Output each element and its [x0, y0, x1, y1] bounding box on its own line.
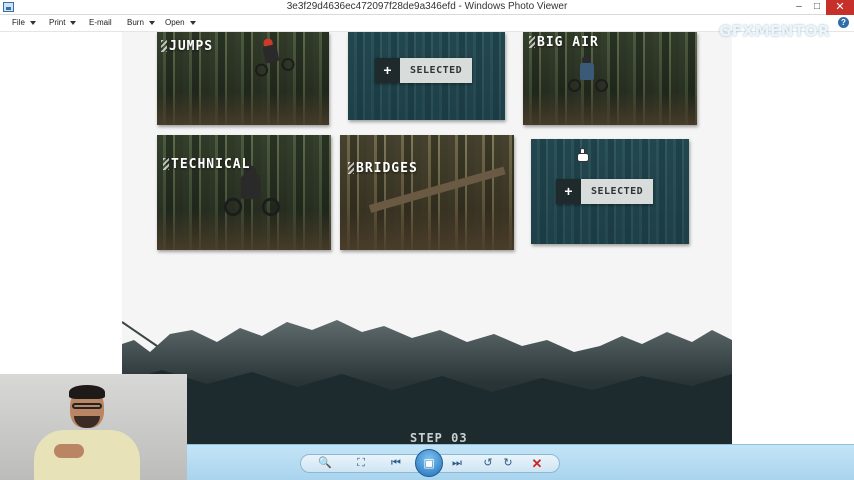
tile-jumps: JUMPS	[157, 32, 329, 125]
displayed-image: JUMPS + SELECTED BIG AIR TECHNICAL BRIDG…	[122, 32, 732, 444]
hand-cursor-icon	[577, 148, 589, 162]
fit-window-icon[interactable]: ⛶	[353, 456, 369, 472]
chevron-down-icon	[29, 20, 36, 25]
selected-label: SELECTED	[581, 179, 654, 204]
menu-open[interactable]: Open	[165, 18, 196, 27]
webcam-overlay	[0, 374, 187, 480]
window-title: 3e3f29d4636ec472097f28de9a346efd - Windo…	[286, 1, 568, 12]
menu-email-label: E-mail	[89, 18, 112, 27]
rotate-cw-icon[interactable]: ↻	[500, 456, 516, 472]
next-icon[interactable]: ⏭	[449, 456, 465, 472]
tile-label: JUMPS	[160, 39, 214, 54]
chevron-down-icon	[70, 20, 77, 25]
menu-file-label: File	[12, 18, 25, 27]
tile-bridges: BRIDGES	[340, 135, 514, 250]
menu-open-label: Open	[165, 18, 185, 27]
watermark-logo: GFXMENTOR	[719, 22, 830, 40]
tile-ground	[340, 209, 514, 250]
menu-print-label: Print	[49, 18, 66, 27]
menu-email[interactable]: E-mail	[89, 18, 112, 27]
tile-label: BRIDGES	[348, 161, 418, 176]
menu-file[interactable]: File	[12, 18, 36, 27]
delete-icon[interactable]: ✕	[529, 456, 545, 472]
selected-badge: + SELECTED	[556, 179, 654, 204]
rotate-ccw-icon[interactable]: ↺	[480, 456, 496, 472]
rider-figure	[224, 165, 280, 216]
menu-burn[interactable]: Burn	[127, 18, 155, 27]
maximize-button[interactable]: □	[806, 0, 828, 15]
previous-icon[interactable]: ⏮	[388, 456, 404, 472]
tile-big-air: BIG AIR	[523, 32, 697, 125]
presenter-figure	[32, 382, 142, 480]
rider-figure	[250, 37, 296, 78]
menu-burn-label: Burn	[127, 18, 144, 27]
title-bar: 3e3f29d4636ec472097f28de9a346efd - Windo…	[0, 0, 854, 15]
step-label: STEP 03	[410, 431, 468, 444]
selected-label: SELECTED	[400, 58, 473, 83]
tile-label: TECHNICAL	[162, 157, 251, 172]
viewer-toolbar: 🔍 ⛶ ⏮ ▣ ⏭ ↺ ↻ ✕	[187, 444, 854, 480]
selected-badge: + SELECTED	[375, 58, 473, 83]
help-icon[interactable]: ?	[838, 17, 849, 28]
zoom-icon[interactable]: 🔍	[317, 456, 333, 472]
slideshow-icon[interactable]: ▣	[415, 449, 443, 477]
plus-icon: +	[556, 179, 581, 204]
chevron-down-icon	[189, 20, 196, 25]
tile-technical: TECHNICAL	[157, 135, 331, 250]
menu-print[interactable]: Print	[49, 18, 77, 27]
tile-selected-top: + SELECTED	[348, 32, 505, 120]
mountain-silhouette	[122, 320, 732, 444]
tile-label: BIG AIR	[529, 35, 599, 50]
chevron-down-icon	[148, 20, 155, 25]
rider-figure	[568, 56, 608, 92]
tile-ground	[157, 92, 329, 125]
tile-selected-bottom: + SELECTED	[531, 139, 689, 244]
close-button[interactable]: ✕	[826, 0, 854, 15]
plus-icon: +	[375, 58, 400, 83]
tile-ground	[523, 92, 697, 125]
